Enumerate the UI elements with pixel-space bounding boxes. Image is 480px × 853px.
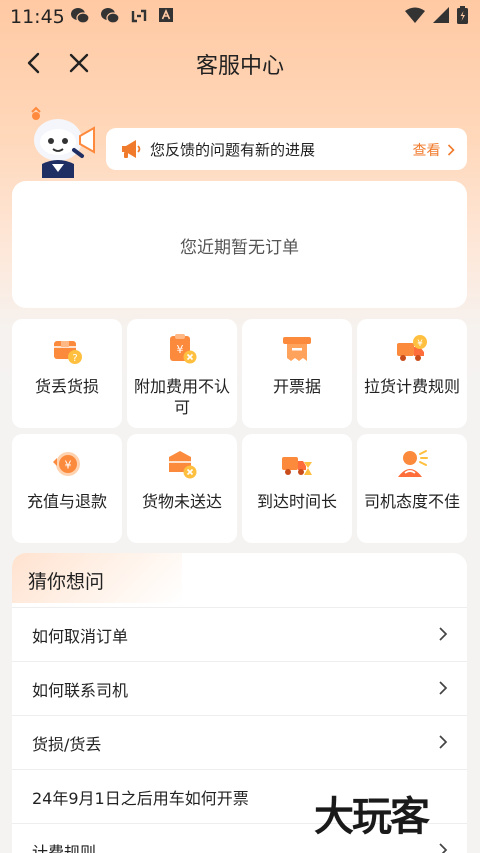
- service-label: 到达时间长: [256, 492, 337, 511]
- close-button[interactable]: [64, 48, 94, 78]
- chevron-right-icon: [439, 681, 448, 695]
- system-icons: [405, 6, 468, 28]
- back-button[interactable]: [20, 48, 50, 78]
- service-label: 充值与退款: [26, 492, 107, 511]
- mascot-image: [22, 106, 102, 182]
- faq-item-label: 如何取消订单: [32, 627, 129, 646]
- faq-item-label: 货损/货丢: [32, 735, 102, 754]
- chevron-right-icon: [439, 627, 448, 641]
- svg-text:¥: ¥: [177, 343, 184, 356]
- service-label: 司机态度不佳: [363, 492, 460, 511]
- view-link[interactable]: 查看: [413, 140, 455, 160]
- svg-text:?: ?: [72, 353, 77, 364]
- service-label: 开票据: [272, 377, 321, 396]
- wechat-icon: [70, 7, 90, 29]
- chevron-right-icon: [447, 144, 455, 156]
- service-tile-undelivered[interactable]: 货物未送达: [127, 434, 237, 543]
- service-tile-recharge-refund[interactable]: ¥ 充值与退款: [12, 434, 122, 543]
- wifi-icon: [405, 7, 425, 27]
- faq-item-label: 计费规则: [32, 843, 97, 853]
- status-bar: 11:45: [0, 0, 480, 32]
- progress-notice-banner[interactable]: 您反馈的问题有新的进展 查看: [106, 128, 467, 170]
- service-label: 附加费用不认可: [133, 377, 230, 417]
- truck-hourglass-icon: [281, 448, 313, 480]
- faq-item[interactable]: 如何联系司机: [12, 661, 467, 715]
- service-tile-long-arrival[interactable]: 到达时间长: [242, 434, 352, 543]
- chevron-left-icon: [27, 52, 40, 74]
- truck-fee-icon: ¥: [396, 333, 428, 365]
- status-time: 11:45: [10, 6, 65, 28]
- wechat-icon: [100, 7, 120, 29]
- font-icon: [158, 7, 174, 29]
- watermark-text: 大玩客: [314, 793, 430, 840]
- service-tile-pricing-rules[interactable]: ¥ 拉货计费规则: [357, 319, 467, 428]
- sync-icon: [130, 7, 148, 29]
- faq-item-label: 24年9月1日之后用车如何开票: [32, 789, 249, 808]
- signal-icon: [433, 7, 449, 27]
- svg-text:¥: ¥: [65, 459, 72, 472]
- recent-orders-card: 您近期暂无订单: [12, 181, 467, 308]
- chevron-right-icon: [439, 843, 448, 853]
- service-tile-extra-fee[interactable]: ¥ 附加费用不认可: [127, 319, 237, 428]
- notification-icons: [70, 7, 174, 29]
- service-label: 货丢货损: [34, 377, 99, 396]
- faq-item-label: 如何联系司机: [32, 681, 129, 700]
- service-label: 货物未送达: [141, 492, 222, 511]
- faq-title: 猜你想问: [28, 571, 105, 593]
- megaphone-icon: [120, 139, 142, 159]
- chevron-right-icon: [439, 735, 448, 749]
- recharge-icon: ¥: [51, 448, 83, 480]
- service-tile-invoice[interactable]: 开票据: [242, 319, 352, 428]
- undelivered-box-icon: [166, 448, 198, 480]
- nav-bar: 客服中心: [0, 32, 480, 92]
- notice-text: 您反馈的问题有新的进展: [150, 141, 316, 159]
- extra-fee-icon: ¥: [166, 333, 198, 365]
- faq-item[interactable]: 货损/货丢: [12, 715, 467, 769]
- close-icon: [69, 53, 89, 73]
- service-label: 拉货计费规则: [363, 377, 460, 396]
- invoice-icon: [281, 333, 313, 365]
- driver-icon: [396, 448, 428, 480]
- battery-icon: [457, 6, 468, 28]
- svg-text:¥: ¥: [417, 339, 423, 349]
- empty-orders-text: 您近期暂无订单: [180, 238, 299, 258]
- service-tile-lost-damaged[interactable]: ? 货丢货损: [12, 319, 122, 428]
- faq-item[interactable]: 如何取消订单: [12, 607, 467, 661]
- view-link-label: 查看: [412, 143, 441, 159]
- service-tile-driver-attitude[interactable]: 司机态度不佳: [357, 434, 467, 543]
- damaged-box-icon: ?: [51, 333, 83, 365]
